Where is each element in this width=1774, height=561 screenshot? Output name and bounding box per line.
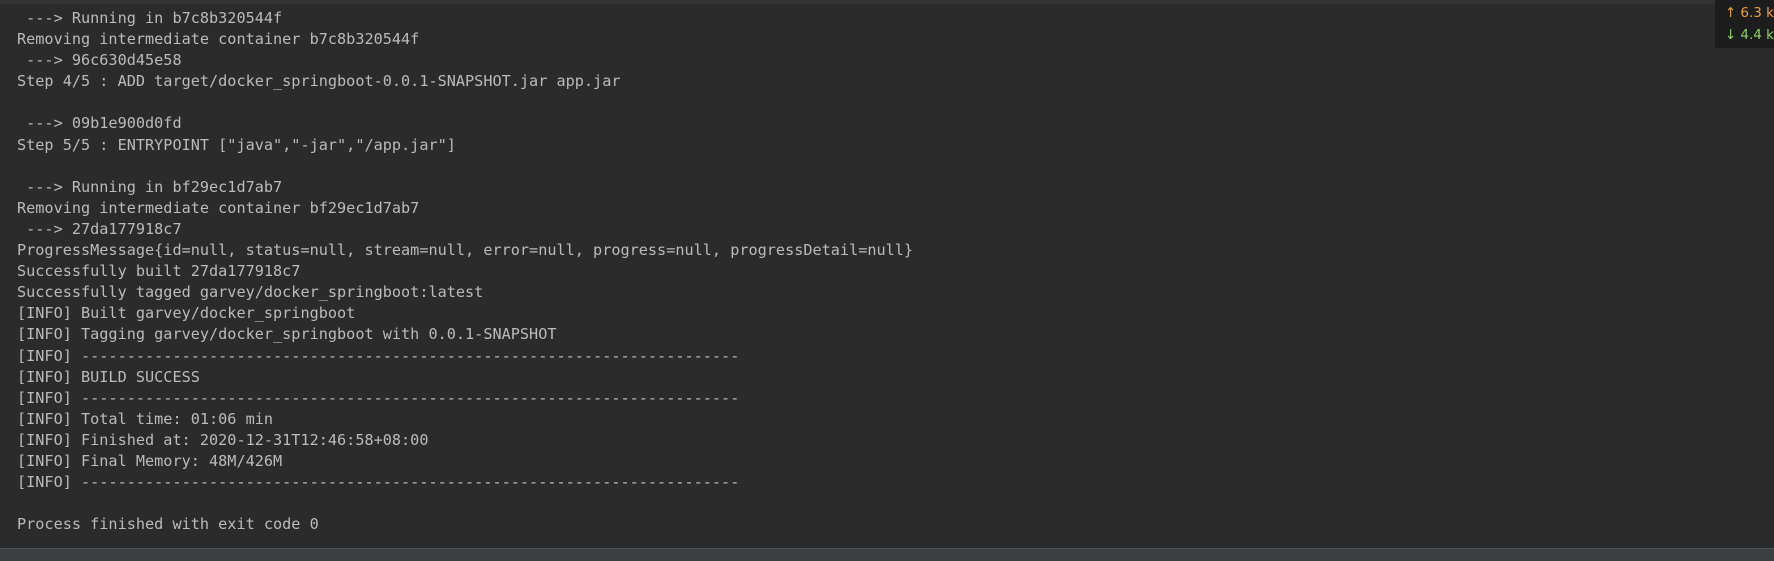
console-line: ---> 09b1e900d0fd (17, 114, 182, 133)
download-speed-row: ↓ 4.4 k (1725, 24, 1774, 46)
network-speed-widget: ↑ 6.3 k ↓ 4.4 k (1715, 0, 1774, 48)
console-line: Step 5/5 : ENTRYPOINT ["java","-jar","/a… (17, 135, 456, 154)
console-line: [INFO] ---------------------------------… (17, 473, 740, 492)
console-line: [INFO] ---------------------------------… (17, 346, 740, 365)
console-line: ---> Running in b7c8b320544f (17, 9, 283, 27)
console-line: [INFO] BUILD SUCCESS (17, 367, 200, 386)
console-line: [INFO] Final Memory: 48M/426M (17, 451, 283, 470)
console-line: [INFO] Total time: 01:06 min (17, 409, 274, 428)
console-line: [INFO] Tagging garvey/docker_springboot … (17, 325, 557, 344)
download-speed-value: 4.4 k (1740, 27, 1774, 43)
down-arrow-icon: ↓ (1725, 27, 1737, 43)
console-line: [INFO] ---------------------------------… (17, 388, 740, 407)
console-line: Successfully tagged garvey/docker_spring… (17, 283, 484, 302)
console-output[interactable]: ---> Running in b7c8b320544f Removing in… (0, 0, 1714, 548)
upload-speed-row: ↑ 6.3 k (1725, 2, 1774, 24)
console-line: Step 4/5 : ADD target/docker_springboot-… (17, 72, 621, 91)
console-line: ---> Running in bf29ec1d7ab7 (17, 177, 283, 196)
console-line: Removing intermediate container bf29ec1d… (17, 198, 420, 217)
console-line: [INFO] Finished at: 2020-12-31T12:46:58+… (17, 430, 429, 449)
console-line: Process finished with exit code 0 (17, 515, 319, 534)
console-line: [INFO] Built garvey/docker_springboot (17, 304, 356, 323)
upload-speed-value: 6.3 k (1740, 5, 1774, 21)
console-line: ProgressMessage{id=null, status=null, st… (17, 241, 914, 260)
console-line: Successfully built 27da177918c7 (17, 262, 301, 281)
horizontal-scrollbar[interactable] (0, 548, 1774, 561)
console-line: ---> 96c630d45e58 (17, 51, 182, 70)
up-arrow-icon: ↑ (1725, 5, 1737, 21)
console-line: ---> 27da177918c7 (17, 219, 182, 238)
console-line: Removing intermediate container b7c8b320… (17, 30, 420, 49)
